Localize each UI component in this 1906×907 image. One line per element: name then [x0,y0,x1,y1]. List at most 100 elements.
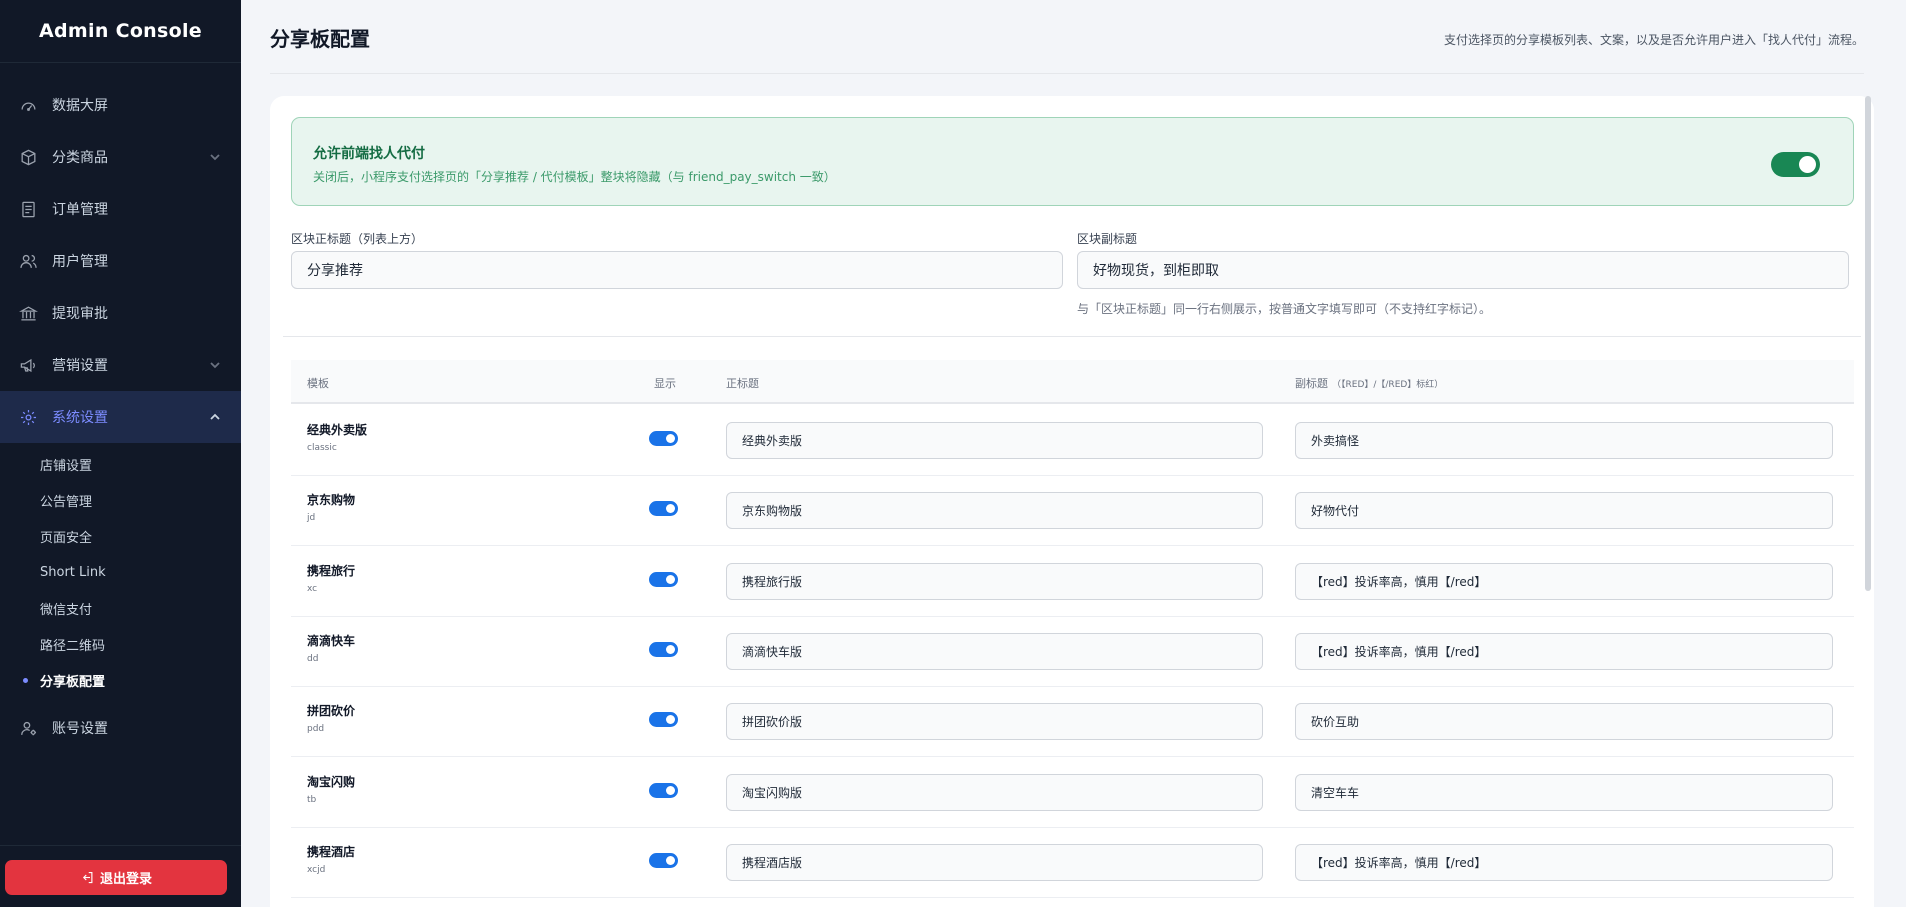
sidebar-item-label: 提现审批 [52,306,108,322]
table-row: 携程酒店 xcjd 携程酒店版 【red】投诉率高，慎用【/red】 [291,827,1854,898]
users-icon [19,252,38,271]
column-header-title: 正标题 [726,377,759,390]
system-settings-submenu: 店铺设置 公告管理 页面安全 Short Link 微信支付 路径二维码 分享板… [0,443,241,702]
scrollbar[interactable] [1865,96,1871,591]
template-name: 滴滴快车 [307,633,356,648]
box-icon [19,148,38,167]
active-dot [23,678,28,683]
submenu-item-share-board[interactable]: 分享板配置 [0,662,241,698]
subtitle-input[interactable]: 砍价互助 [1295,703,1833,741]
main-title-input[interactable]: 分享推荐 [291,251,1063,289]
table-row: 京东购物 jd 京东购物版 好物代付 [291,475,1854,547]
megaphone-icon [19,356,38,375]
submenu-item-path-qrcode[interactable]: 路径二维码 [0,626,241,662]
brand-logo: Admin Console [0,0,241,63]
page-header: 分享板配置 支付选择页的分享模板列表、文案，以及是否允许用户进入「找人代付」流程… [241,0,1906,75]
sidebar-item-label: 营销设置 [52,358,108,374]
sidebar-item-withdraw[interactable]: 提现审批 [0,287,241,339]
section-divider [283,336,1861,337]
show-toggle[interactable] [649,782,678,798]
sidebar-item-products[interactable]: 分类商品 [0,131,241,183]
title-input[interactable]: 滴滴快车版 [726,632,1263,670]
title-input[interactable]: 携程旅行版 [726,562,1263,600]
template-name: 携程酒店 [307,844,356,859]
sidebar: Admin Console 数据大屏 分类商品 订单管理 用户管理 提现审批 营… [0,0,241,907]
sidebar-item-label: 数据大屏 [52,98,108,114]
settings-card: 允许前端找人代付 关闭后，小程序支付选择页的「分享推荐 / 代付模板」整块将隐藏… [270,96,1874,907]
subtitle-input[interactable]: 【red】投诉率高，慎用【/red】 [1295,843,1833,881]
template-code: xc [307,583,318,594]
sidebar-item-orders[interactable]: 订单管理 [0,183,241,235]
banner-description: 关闭后，小程序支付选择页的「分享推荐 / 代付模板」整块将隐藏（与 friend… [313,170,836,184]
friend-pay-toggle[interactable] [1771,152,1820,177]
submenu-item-label: 分享板配置 [40,674,106,690]
subtitle-input[interactable]: 清空车车 [1295,773,1833,811]
table-row: 淘宝闪购 tb 淘宝闪购版 清空车车 [291,757,1854,828]
logout-icon [82,871,93,884]
chevron-down-icon [209,151,221,163]
user-gear-icon [19,719,38,738]
logout-button[interactable]: 退出登录 [5,860,227,895]
submenu-item-wechat-pay[interactable]: 微信支付 [0,590,241,626]
main-title-label: 区块正标题（列表上方） [291,232,424,246]
show-toggle[interactable] [649,712,678,728]
show-toggle[interactable] [649,852,678,868]
page-description: 支付选择页的分享模板列表、文案，以及是否允许用户进入「找人代付」流程。 [1443,33,1864,47]
table-row: 拼团砍价 pdd 拼团砍价版 砍价互助 [291,686,1854,758]
title-input[interactable]: 京东购物版 [726,492,1263,530]
submenu-item-store-settings[interactable]: 店铺设置 [0,446,241,482]
sidebar-item-label: 分类商品 [52,150,108,166]
sidebar-item-label: 订单管理 [52,202,108,218]
show-toggle[interactable] [649,501,678,517]
sidebar-item-dashboard[interactable]: 数据大屏 [0,79,241,131]
subtitle-header-label: 副标题 [1295,377,1328,390]
template-name: 拼团砍价 [307,704,356,719]
subtitle-input[interactable]: 【red】投诉率高，慎用【/red】 [1295,562,1833,600]
subtitle-input[interactable]: 外卖搞怪 [1295,422,1833,459]
submenu-item-page-security[interactable]: 页面安全 [0,518,241,554]
table-row: 携程旅行 xc 携程旅行版 【red】投诉率高，慎用【/red】 [291,546,1854,617]
chevron-down-icon [209,359,221,371]
page-title: 分享板配置 [270,27,370,51]
title-input[interactable]: 携程酒店版 [726,843,1263,881]
show-toggle[interactable] [649,571,678,587]
banner-title: 允许前端找人代付 [313,146,425,162]
sidebar-item-account-settings[interactable]: 账号设置 [0,702,241,754]
subtitle-input[interactable]: 好物代付 [1295,492,1833,530]
sub-title-hint: 与「区块正标题」同一行右侧展示，按普通文字填写即可（不支持红字标记）。 [1077,302,1492,316]
sidebar-item-marketing[interactable]: 营销设置 [0,339,241,391]
show-toggle[interactable] [649,641,678,657]
template-code: jd [307,513,316,524]
sidebar-item-label: 系统设置 [52,410,108,426]
sidebar-item-users[interactable]: 用户管理 [0,235,241,287]
sidebar-item-label: 账号设置 [52,721,108,737]
submenu-item-announcements[interactable]: 公告管理 [0,482,241,518]
header-divider [270,73,1864,74]
title-input[interactable]: 经典外卖版 [726,422,1263,459]
submenu-item-short-link[interactable]: Short Link [0,554,241,590]
sidebar-nav: 数据大屏 分类商品 订单管理 用户管理 提现审批 营销设置 系统设置 店铺设置 … [0,63,241,754]
sub-title-input[interactable]: 好物现货，到柜即取 [1077,251,1849,289]
receipt-icon [19,200,38,219]
column-header-show: 显示 [654,377,676,390]
bank-icon [19,304,38,323]
column-header-subtitle: 副标题 （【RED】/【/RED】标红） [1295,375,1443,391]
subtitle-header-note: （【RED】/【/RED】标红） [1332,380,1444,390]
gear-icon [19,408,38,427]
template-code: tb [307,794,317,805]
table-row: 经典外卖版 classic 经典外卖版 外卖搞怪 [291,405,1854,476]
title-input[interactable]: 淘宝闪购版 [726,773,1263,811]
sidebar-item-system-settings[interactable]: 系统设置 [0,391,241,443]
table-row: 滴滴快车 dd 滴滴快车版 【red】投诉率高，慎用【/red】 [291,616,1854,687]
column-header-template: 模板 [307,377,329,390]
gauge-icon [19,96,38,115]
sidebar-footer: 退出登录 [0,845,241,907]
template-code: pdd [307,724,325,735]
template-name: 淘宝闪购 [307,774,356,789]
title-input[interactable]: 拼团砍价版 [726,703,1263,741]
sub-title-label: 区块副标题 [1077,232,1138,246]
show-toggle[interactable] [649,431,678,446]
chevron-up-icon [209,411,221,423]
template-name: 携程旅行 [307,563,356,578]
subtitle-input[interactable]: 【red】投诉率高，慎用【/red】 [1295,632,1833,670]
